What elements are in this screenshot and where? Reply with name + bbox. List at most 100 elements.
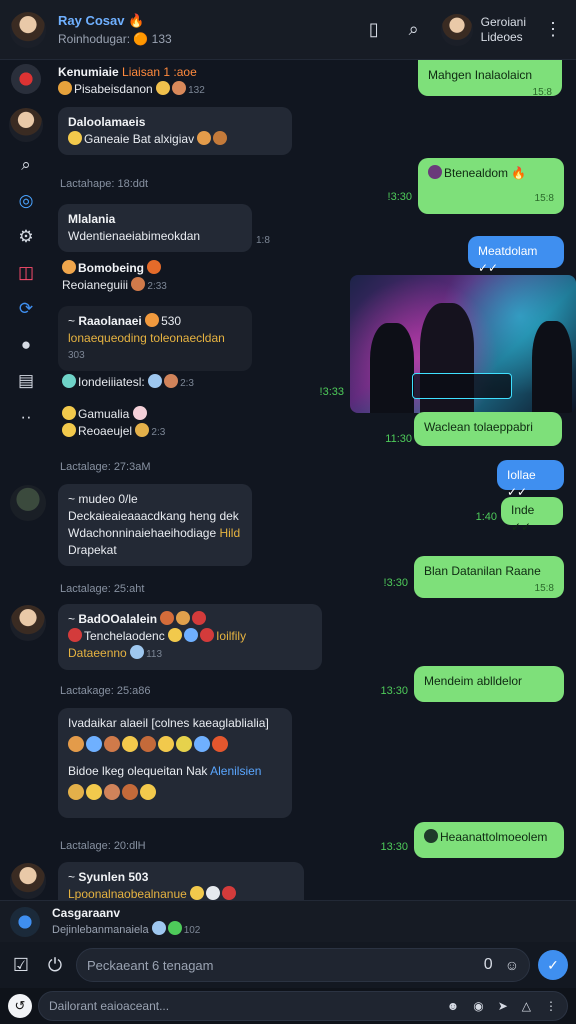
message-incoming[interactable]: ~ Raaolanaei 530 lonaequeoding toleonaec… (58, 306, 252, 371)
history-icon[interactable]: ↺ (8, 994, 32, 1018)
left-rail: ⌕ ◎ ⚙ ◫ ⟳ ● ▤ ·· (0, 60, 52, 900)
message-text: Iollae ✓✓ (507, 468, 536, 499)
message-incoming[interactable]: Ivadaikar alaeil [colnes kaeaglablialia]… (58, 708, 292, 818)
sender-name: Syunlen 503 (78, 870, 149, 884)
message-outgoing[interactable]: Heaanattolmoeolem (414, 822, 564, 858)
message-text: Reoianeguiii (62, 278, 129, 292)
message-outgoing[interactable]: Mendeim ablldelor (414, 666, 564, 702)
chat-title-block[interactable]: Ray Cosav 🔥 Roinhodugar: 🟠 133 (58, 12, 172, 48)
input-placeholder: Peckaeant 6 tenagam (87, 957, 214, 973)
message-meta: 113 (146, 649, 163, 660)
attach-icon[interactable]: ☑ (8, 952, 34, 978)
message-outgoing[interactable]: Btenealdom 🔥 15:8 (418, 158, 564, 214)
sender-name: Bomobeing (78, 261, 144, 275)
message-time: 11:30 (385, 433, 412, 445)
message-text: Pisabeisdanon (74, 82, 153, 96)
message-text: Deckaieaieaaacdkang heng dek (68, 509, 239, 523)
date-stamp: Lactahape: 18:ddt (60, 178, 149, 190)
sender-tag: Liaisan 1 :aoe (122, 65, 197, 79)
message-text: Reoaeujel (78, 424, 133, 438)
message-text: Btenealdom 🔥 (444, 166, 527, 180)
message-text: Mendeim ablldelor (424, 674, 523, 688)
message-incoming[interactable]: Iondeiiiatesl: 2:3 (58, 372, 258, 394)
message-text: Ivadaikar alaeil [colnes kaeaglablialia] (68, 716, 269, 730)
message-input[interactable]: Peckaeant 6 tenagam 0 ☺ (76, 948, 530, 982)
search-icon[interactable]: ⌕ (13, 152, 39, 178)
search-icon[interactable]: ⌕ (401, 17, 427, 43)
preview-text: Dejinlebanmanaiela (52, 923, 149, 936)
chart-icon[interactable]: ▤ (13, 368, 39, 394)
sender-avatar[interactable] (10, 863, 46, 899)
message-time: 13:30 (380, 685, 408, 697)
message-outgoing[interactable]: Waclean tolaeppabri (414, 412, 562, 446)
chat-title: Ray Cosav 🔥 (58, 12, 145, 28)
chat-subtitle: Roinhodugar: 🟠 133 (58, 31, 172, 46)
shape-icon[interactable]: △ (522, 999, 531, 1013)
message-incoming[interactable]: Kenumiaie Liaisan 1 :aoe Pisabeisdanon 1… (52, 60, 252, 103)
message-outgoing[interactable]: Mahgen Inalaolaicn 15:8 (418, 60, 562, 98)
message-incoming[interactable]: Bomobeing Reoianeguiii 2:33 (58, 258, 258, 297)
message-time: 13:30 (380, 841, 408, 853)
message-time: !3:30 (387, 191, 412, 203)
message-incoming[interactable]: Gamualia Reoaeujel 2:3 (58, 404, 258, 443)
send-arrow-icon[interactable]: ➤ (498, 999, 508, 1013)
mic-icon[interactable]: ⏻ (42, 952, 68, 978)
message-text: Inde ✓✓ (511, 503, 535, 534)
message-text: Blan Datanilan Raane (424, 564, 541, 578)
secondary-input[interactable]: Dailorant eaioaceant... ☻ ◉ ➤ △ ⋮ (38, 991, 568, 1021)
call-icon[interactable]: ▯ (361, 17, 387, 43)
sync-icon[interactable]: ⟳ (13, 296, 39, 322)
user-name: Geroiani (480, 14, 526, 29)
chat-preview[interactable]: Casgaraanv Dejinlebanmanaiela 102 (0, 900, 576, 942)
camera-icon[interactable]: ◉ (473, 999, 483, 1013)
message-incoming[interactable]: ~ BadOOalalein Tenchelaodenc Ioilfily Da… (58, 604, 322, 670)
composer: ☑ ⏻ Peckaeant 6 tenagam 0 ☺ ✓ (0, 942, 576, 988)
photo-message[interactable] (350, 275, 576, 413)
message-text: Meatdolam ✓✓ (478, 244, 538, 275)
message-text: Tenchelaodenc (84, 629, 165, 643)
top-bar: Ray Cosav 🔥 Roinhodugar: 🟠 133 ▯ ⌕ Geroi… (0, 0, 576, 60)
chat-avatar[interactable] (10, 11, 46, 48)
sender-avatar[interactable] (10, 485, 46, 521)
send-button[interactable]: ✓ (538, 950, 568, 980)
message-outgoing-blue[interactable]: Meatdolam ✓✓ (468, 236, 564, 275)
sticker-icon[interactable]: ☺ (505, 957, 519, 973)
message-outgoing[interactable]: Inde ✓✓ (501, 497, 563, 534)
message-meta: 303 (68, 350, 85, 361)
message-text-3: Drapekat (68, 543, 117, 557)
message-incoming[interactable]: ~ mudeo 0/le Deckaieaieaaacdkang heng de… (58, 484, 252, 566)
sender-name: Kenumiaie (58, 65, 119, 79)
message-meta: 2:33 (147, 281, 167, 292)
sender-name: Daloolamaeis (68, 115, 146, 129)
message-meta: 2:3 (151, 427, 166, 438)
group-avatar[interactable] (11, 64, 41, 94)
header-user[interactable]: Geroiani Lideoes (440, 13, 526, 46)
profile-icon[interactable]: ● (13, 332, 39, 358)
menu-icon[interactable]: ⋮ (545, 999, 557, 1013)
message-incoming[interactable]: ~ Syunlen 503 Lpoonalnaobealnanue (58, 862, 304, 900)
contact-avatar[interactable] (9, 108, 43, 142)
emoji-icon[interactable]: ☻ (447, 999, 460, 1013)
message-incoming[interactable]: Mlalania Wdentienaeiabimeokdan (58, 204, 252, 252)
user-avatar (440, 13, 473, 46)
message-outgoing-blue[interactable]: Iollae ✓✓ (497, 460, 564, 499)
compass-icon[interactable]: ◎ (13, 188, 39, 214)
preview-avatar (10, 906, 40, 937)
message-meta: 132 (188, 85, 205, 96)
message-incoming[interactable]: Daloolamaeis Ganeaie Bat alxigiav (58, 107, 292, 155)
message-text: lonaequeoding toleonaecldan (68, 331, 225, 345)
message-list[interactable]: ⌕ ◎ ⚙ ◫ ⟳ ● ▤ ·· Kenumiaie Liaisan 1 :ao… (0, 60, 576, 900)
message-text: Mahgen Inalaolaicn (428, 68, 533, 82)
sender-name: Mlalania (68, 212, 116, 226)
more-icon[interactable]: ·· (13, 404, 39, 430)
bookmark-icon[interactable]: ◫ (13, 260, 39, 286)
message-text-2: Wdachonninaiehaeihodiage (68, 526, 217, 540)
more-menu-icon[interactable]: ⋮ (540, 17, 566, 43)
sender-avatar[interactable] (10, 605, 46, 641)
settings-icon[interactable]: ⚙ (13, 224, 39, 250)
chat-app: Ray Cosav 🔥 Roinhodugar: 🟠 133 ▯ ⌕ Geroi… (0, 0, 576, 1024)
message-meta: 15:8 (532, 87, 552, 98)
message-meta: 15:8 (534, 193, 554, 204)
message-outgoing[interactable]: Blan Datanilan Raane 15:8 (414, 556, 564, 598)
date-stamp: Lactalage: 25:aht (60, 583, 145, 595)
